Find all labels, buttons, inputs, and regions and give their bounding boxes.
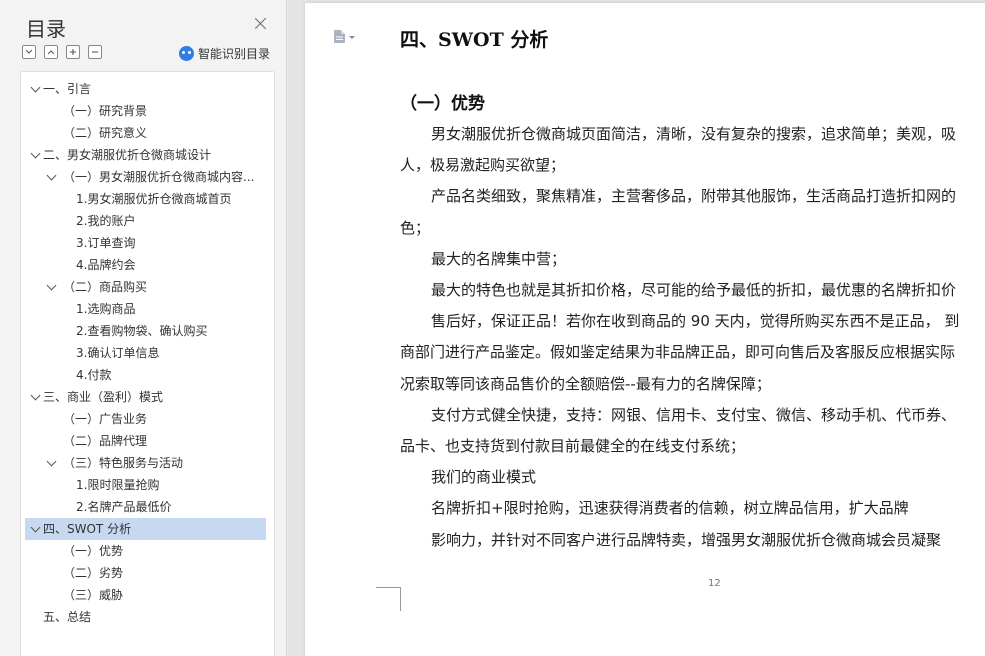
smart-recognize-icon — [179, 46, 194, 61]
subsection-heading: （一）优势 — [400, 94, 485, 114]
minus-icon — [92, 51, 98, 53]
chevron-down-icon[interactable] — [30, 392, 40, 402]
toc-item[interactable]: 一、引言 — [21, 78, 274, 100]
toc-item[interactable]: 4.付款 — [21, 364, 274, 386]
toc-item-label: 2.名牌产品最低价 — [76, 500, 172, 514]
toc-item[interactable]: 1.男女潮服优折仓微商城首页 — [21, 188, 274, 210]
smart-toc-button[interactable]: 智能识别目录 — [179, 45, 270, 62]
crop-mark — [376, 587, 401, 588]
toc-item[interactable]: 2.名牌产品最低价 — [21, 496, 274, 518]
toc-item-label: （一）研究背景 — [63, 104, 148, 118]
toc-toolbar — [22, 45, 102, 61]
toc-item[interactable]: （三）特色服务与活动 — [21, 452, 274, 474]
toc-item-label: （二）商品购买 — [63, 280, 148, 294]
toc-item[interactable]: （三）威胁 — [21, 584, 274, 606]
toc-item-label: 一、引言 — [43, 82, 92, 96]
toc-item-label: 1.选购商品 — [76, 302, 136, 316]
document-area: 四、SWOT 分析 （一）优势 男女潮服优折仓微商城页面简洁，清晰，没有复杂的搜… — [288, 0, 985, 656]
collapse-all-button[interactable] — [44, 45, 58, 59]
chevron-down-icon[interactable] — [46, 458, 56, 468]
smart-toc-label: 智能识别目录 — [198, 47, 271, 61]
body-line: 品卡、也支持货到付款目前最健全的在线支付系统； — [400, 437, 746, 455]
toc-item[interactable]: （二）研究意义 — [21, 122, 274, 144]
toc-item-label: （三）威胁 — [63, 588, 124, 602]
body-line: 色； — [400, 218, 431, 237]
toc-item-label: 4.品牌约会 — [76, 258, 136, 272]
toc-item-label: （三）特色服务与活动 — [63, 456, 184, 470]
toc-item[interactable]: 1.限时限量抢购 — [21, 474, 274, 496]
toc-item[interactable]: 1.选购商品 — [21, 298, 274, 320]
toc-item[interactable]: 3.确认订单信息 — [21, 342, 274, 364]
close-icon[interactable] — [253, 16, 269, 32]
body-line: 影响力，并针对不同客户进行品牌特卖，增强男女潮服优折仓微商城会员凝聚 — [431, 530, 942, 549]
crop-mark — [400, 587, 401, 611]
toc-item-label: 3.订单查询 — [76, 236, 136, 250]
toc-item-label: 2.查看购物袋、确认购买 — [76, 324, 208, 338]
wps-document-window: 目录 智能识别目录 一、引言 （一）研究背景 （二）研究意义二、男女潮服优折仓微商城… — [0, 0, 985, 656]
body-line: 我们的商业模式 — [431, 468, 537, 487]
toc-item[interactable]: 二、男女潮服优折仓微商城设计 — [21, 144, 274, 166]
toc-item-label: 1.限时限量抢购 — [76, 478, 160, 492]
toc-item-label: （二）品牌代理 — [63, 434, 148, 448]
chevron-down-icon[interactable] — [30, 150, 40, 160]
toc-item-label: （二）研究意义 — [63, 126, 148, 140]
remove-heading-button[interactable] — [88, 45, 102, 59]
toc-item-label: 1.男女潮服优折仓微商城首页 — [76, 192, 232, 206]
toc-item-label: 五、总结 — [43, 610, 92, 624]
document-icon — [334, 30, 345, 43]
toc-item[interactable]: 五、总结 — [21, 606, 274, 628]
document-page[interactable]: 四、SWOT 分析 （一）优势 男女潮服优折仓微商城页面简洁，清晰，没有复杂的搜… — [305, 3, 985, 656]
chevron-down-icon — [25, 49, 33, 54]
page-number: 12 — [708, 578, 721, 589]
toc-pane: 目录 智能识别目录 一、引言 （一）研究背景 （二）研究意义二、男女潮服优折仓微商城… — [0, 0, 287, 656]
section-heading: 四、SWOT 分析 — [400, 29, 549, 51]
toc-item-label: 三、商业（盈利）模式 — [43, 390, 164, 404]
body-line: 况索取等同该商品售价的全额赔偿--最有力的名牌保障； — [400, 374, 771, 393]
toc-item[interactable]: （一）研究背景 — [21, 100, 274, 122]
body-line: 商部门进行产品鉴定。假如鉴定结果为非品牌正品，即可向售后及客服反应根据实际 — [400, 343, 956, 362]
body-line: 产品名类细致，聚焦精准，主营奢侈品，附带其他服饰，生活商品打造折扣网的 — [431, 187, 957, 206]
add-heading-button[interactable] — [66, 45, 80, 59]
chevron-up-icon — [47, 50, 55, 55]
toc-item[interactable]: （二）品牌代理 — [21, 430, 274, 452]
caret-down-icon — [349, 36, 355, 39]
toc-item-label: （一）优势 — [63, 544, 124, 558]
toc-item-label: 4.付款 — [76, 368, 112, 382]
toc-item-label: 四、SWOT 分析 — [43, 522, 132, 536]
toc-item-label: 2.我的账户 — [76, 214, 136, 228]
body-line: 售后好，保证正品！若你在收到商品的 90 天内，觉得所购买东西不是正品， 到 — [431, 312, 960, 331]
body-line: 男女潮服优折仓微商城页面简洁，清晰，没有复杂的搜索，追求简单；美观，吸 — [431, 125, 957, 143]
toc-item-label: （一）广告业务 — [63, 412, 148, 426]
toc-item-label: （一）男女潮服优折仓微商城内容... — [63, 170, 255, 184]
toc-item[interactable]: 3.订单查询 — [21, 232, 274, 254]
toc-item[interactable]: （一）优势 — [21, 540, 274, 562]
toc-item[interactable]: 2.查看购物袋、确认购买 — [21, 320, 274, 342]
body-line: 人，极易激起购买欲望； — [400, 156, 566, 175]
body-line: 最大的名牌集中营； — [431, 249, 567, 268]
toc-tree: 一、引言 （一）研究背景 （二）研究意义二、男女潮服优折仓微商城设计 （一）男女潮服优… — [20, 71, 275, 656]
toc-item-label: （二）劣势 — [63, 566, 124, 580]
body-line: 支付方式健全快捷，支持：网银、信用卡、支付宝、微信、移动手机、代币券、 — [431, 405, 957, 424]
toc-item[interactable]: 四、SWOT 分析 — [25, 518, 266, 540]
chevron-down-icon[interactable] — [30, 84, 40, 94]
toc-item-label: 3.确认订单信息 — [76, 346, 160, 360]
chevron-down-icon[interactable] — [46, 282, 56, 292]
page-options-button[interactable] — [333, 29, 355, 44]
body-line: 名牌折扣+限时抢购，迅速获得消费者的信赖，树立牌品信用，扩大品牌 — [431, 499, 909, 518]
toc-item[interactable]: 4.品牌约会 — [21, 254, 274, 276]
toc-item[interactable]: 三、商业（盈利）模式 — [21, 386, 274, 408]
toc-item[interactable]: （二）劣势 — [21, 562, 274, 584]
plus-icon — [70, 49, 76, 55]
chevron-down-icon[interactable] — [46, 172, 56, 182]
toc-title: 目录 — [26, 17, 66, 41]
toc-item[interactable]: （一）广告业务 — [21, 408, 274, 430]
toc-item[interactable]: （一）男女潮服优折仓微商城内容... — [21, 166, 274, 188]
expand-all-button[interactable] — [22, 45, 36, 59]
toc-item-label: 二、男女潮服优折仓微商城设计 — [43, 148, 212, 162]
chevron-down-icon[interactable] — [30, 524, 40, 534]
toc-item[interactable]: （二）商品购买 — [21, 276, 274, 298]
toc-item[interactable]: 2.我的账户 — [21, 210, 274, 232]
body-line: 最大的特色也就是其折扣价格，尽可能的给予最低的折扣，最优惠的名牌折扣价 — [431, 281, 957, 299]
